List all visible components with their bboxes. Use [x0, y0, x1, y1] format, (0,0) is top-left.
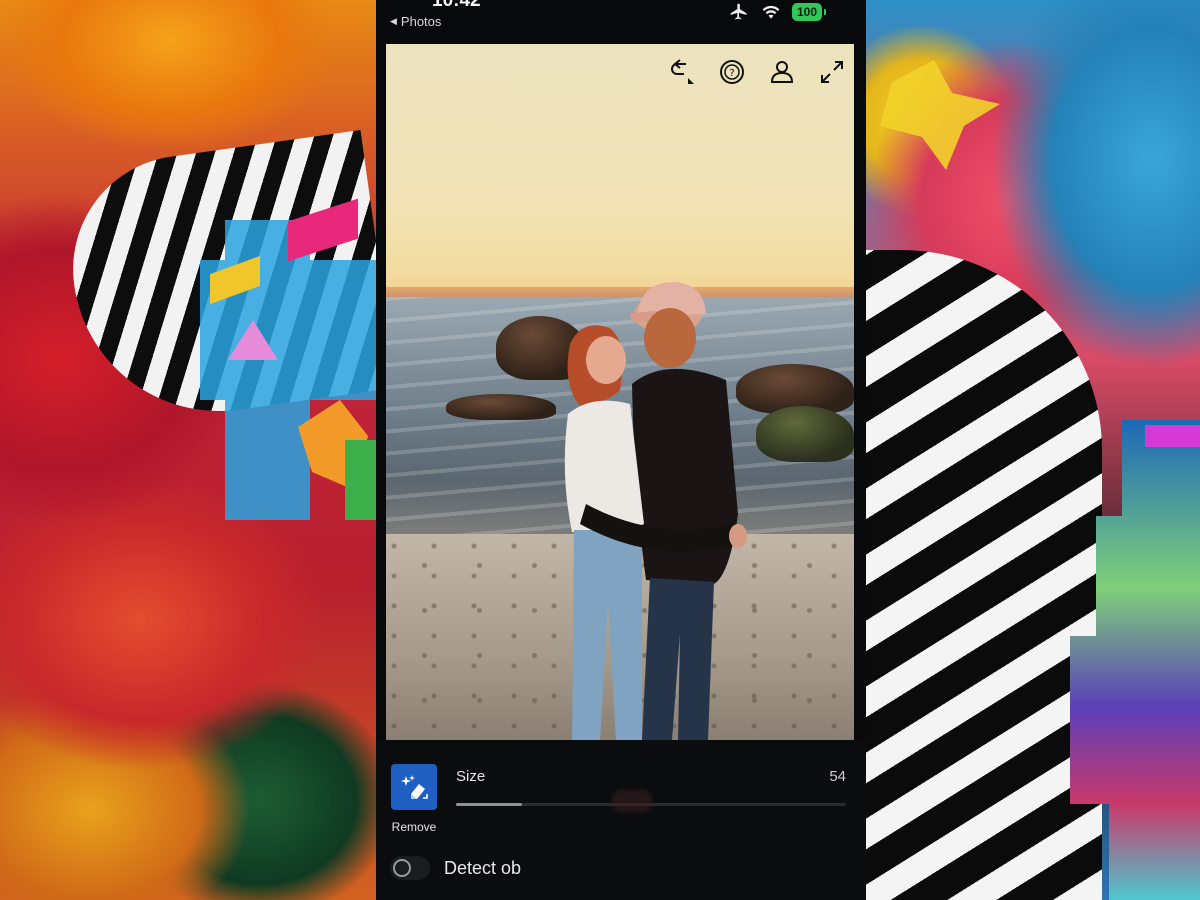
size-slider[interactable] — [456, 790, 846, 812]
eraser-sparkle-icon — [401, 775, 428, 799]
airplane-icon — [730, 3, 747, 20]
remove-tool-button[interactable] — [391, 764, 437, 810]
detect-objects-toggle[interactable] — [390, 856, 430, 880]
undo-redo-icon[interactable] — [668, 58, 696, 86]
size-label: Size — [456, 768, 486, 785]
status-bar: 10:42 ◀ Photos 100 — [376, 0, 866, 40]
status-icons: 100 — [728, 2, 827, 22]
back-arrow-icon: ◀ — [390, 16, 397, 26]
detect-objects-row: Detect ob — [390, 856, 521, 880]
stripe-artwork-right — [862, 250, 1102, 900]
expand-icon[interactable] — [818, 58, 846, 86]
battery-indicator: 100 — [791, 3, 827, 21]
tool-panel: Remove Size 54 Detect ob — [376, 740, 866, 900]
back-to-photos-link[interactable]: ◀ Photos — [390, 14, 441, 29]
phone-screen: 10:42 ◀ Photos 100 ? Remove Size 54 Dete… — [376, 0, 866, 900]
screen: 10:42 ◀ Photos 100 ? Remove Size 54 Dete… — [0, 0, 1200, 900]
toggle-knob — [393, 859, 411, 877]
remove-tool[interactable]: Remove — [390, 764, 438, 834]
rock-shore — [446, 394, 556, 420]
green-block — [345, 440, 377, 520]
back-label: Photos — [400, 14, 442, 29]
size-slider-thumb[interactable] — [612, 790, 653, 812]
help-icon[interactable]: ? — [718, 58, 746, 86]
photo-canvas[interactable]: ? — [386, 44, 854, 740]
magenta-pixel-block — [1145, 425, 1200, 447]
rock-moss — [756, 406, 854, 462]
size-value: 54 — [829, 768, 846, 785]
detect-objects-label: Detect ob — [444, 857, 522, 878]
size-slider-fill — [456, 803, 523, 806]
status-time: 10:42 — [432, 0, 481, 11]
person-icon[interactable] — [768, 58, 796, 86]
wifi-icon — [762, 5, 780, 19]
svg-text:?: ? — [729, 68, 734, 79]
couple-figure — [564, 282, 747, 740]
photo-toolbar: ? — [668, 58, 846, 86]
remove-tool-label: Remove — [391, 820, 437, 834]
